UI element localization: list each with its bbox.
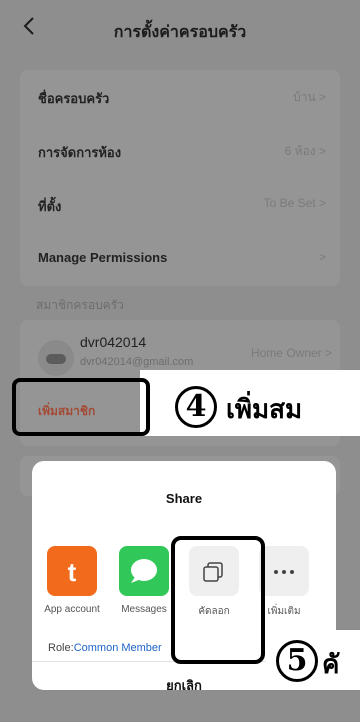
settings-label: ชื่อครอบครัว xyxy=(38,91,110,106)
settings-row-room-management[interactable]: การจัดการห้อง 6 ห้อง > xyxy=(20,124,340,178)
svg-text:t: t xyxy=(68,557,77,587)
settings-value: > xyxy=(318,250,326,264)
annotation-text-4: เพิ่มสม xyxy=(226,395,303,425)
member-role[interactable]: Home Owner > xyxy=(251,346,332,360)
message-bubble-icon[interactable] xyxy=(119,546,169,596)
annotation-number-4: 4 xyxy=(175,386,217,428)
share-title: Share xyxy=(165,491,203,506)
avatar xyxy=(38,340,74,376)
settings-row-manage-permissions[interactable]: Manage Permissions > xyxy=(20,232,340,286)
settings-value: To Be Set > xyxy=(263,196,326,210)
annotation-box-4 xyxy=(12,378,150,436)
settings-label: การจัดการห้อง xyxy=(38,145,122,160)
members-section-title: สมาชิกครอบครัว xyxy=(36,298,124,312)
settings-card: ชื่อครอบครัว บ้าน > การจัดการห้อง 6 ห้อง… xyxy=(20,70,340,286)
more-dots-icon[interactable] xyxy=(259,546,309,596)
role-value[interactable]: Common Member xyxy=(74,642,162,654)
annotation-box-5 xyxy=(171,536,265,664)
tuya-icon[interactable]: t xyxy=(47,546,97,596)
role-label: Role: xyxy=(48,642,74,654)
settings-value: 6 ห้อง > xyxy=(284,144,326,158)
settings-row-location[interactable]: ที่ตั้ง To Be Set > xyxy=(20,178,340,232)
settings-row-family-name[interactable]: ชื่อครอบครัว บ้าน > xyxy=(20,70,340,124)
page-title: การตั้งค่าครอบครัว xyxy=(113,24,247,41)
member-email: dvr042014@gmail.com xyxy=(80,356,194,368)
annotation-text-5: คั xyxy=(322,650,340,680)
header: การตั้งค่าครอบครัว xyxy=(0,0,360,60)
settings-label: ที่ตั้ง xyxy=(38,199,62,214)
settings-label: Manage Permissions xyxy=(38,250,168,265)
role-line[interactable]: Role:Common Member xyxy=(48,642,162,654)
settings-value: บ้าน > xyxy=(293,90,326,104)
share-option-label: App account xyxy=(44,604,100,615)
annotation-number-5: 5 xyxy=(276,640,318,682)
member-name[interactable]: dvr042014 xyxy=(80,334,146,350)
